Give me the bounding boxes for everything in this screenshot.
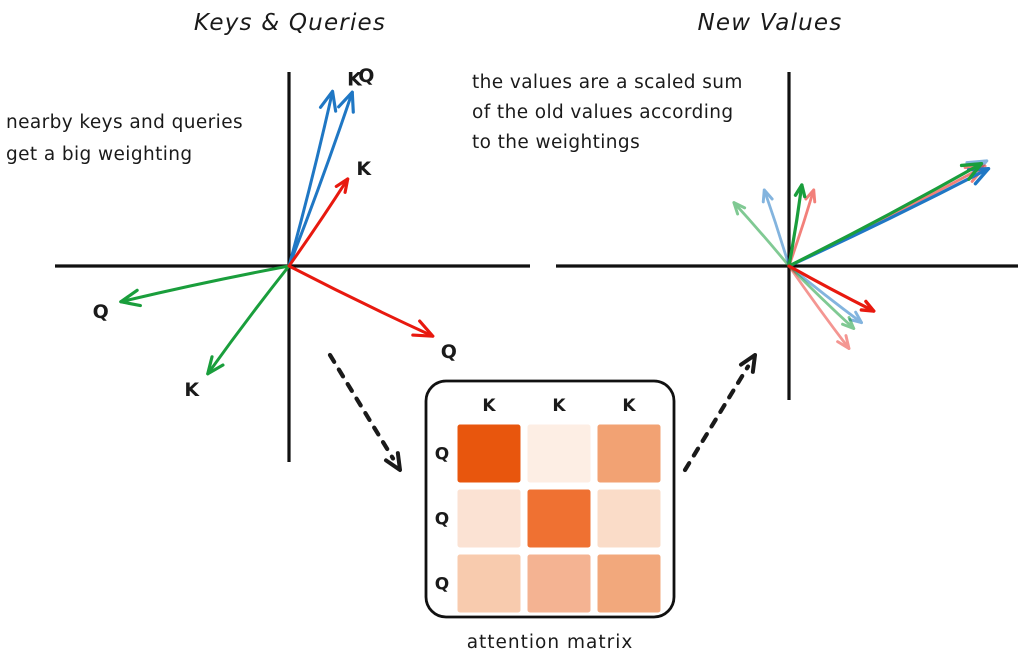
flow-arrow-matrix-to-right — [682, 353, 757, 473]
matrix-cell-0-0[interactable] — [457, 424, 521, 483]
matrix-cell-2-1[interactable] — [527, 554, 591, 613]
matrix-cell-0-1[interactable] — [527, 424, 591, 483]
left-annotation-line-1: nearby keys and queries — [6, 112, 243, 133]
right-annotation-line-2: of the old values according — [472, 102, 734, 123]
new-value-vector-red-11 — [787, 264, 876, 313]
right-annotation-line-3: to the weightings — [472, 132, 640, 153]
matrix-row-header-0: Q — [435, 445, 449, 465]
diagram-canvas: Keys & Queries nearby keys and queries g… — [0, 0, 1024, 660]
vector-label-green-K: K — [184, 379, 200, 401]
vector-label-green-Q: Q — [93, 301, 109, 323]
matrix-cell-2-0[interactable] — [457, 554, 521, 613]
new-value-vector-green-4 — [732, 201, 791, 268]
new-value-vector-blue-5 — [787, 264, 863, 325]
matrix-cell-1-2[interactable] — [597, 489, 661, 548]
matrix-cell-2-2[interactable] — [597, 554, 661, 613]
left-annotation-line-2: get a big weighting — [6, 144, 193, 165]
right-panel: New Values the values are a scaled sum o… — [472, 10, 1018, 400]
vector-label-blue-Q: Q — [358, 65, 374, 87]
matrix-cell-0-2[interactable] — [597, 424, 661, 483]
vector-blue-Q-1 — [287, 90, 355, 268]
flow-arrow-left-to-matrix — [327, 352, 402, 472]
matrix-col-header-0: K — [482, 396, 496, 416]
matrix-row-header-2: Q — [435, 575, 449, 595]
matrix-col-header-1: K — [552, 396, 566, 416]
vector-red-Q-5 — [287, 264, 435, 338]
attention-diagram-svg: Keys & Queries nearby keys and queries g… — [6, 10, 1018, 653]
right-annotation: the values are a scaled sum of the old v… — [472, 72, 743, 153]
matrix-col-header-2: K — [622, 396, 636, 416]
attention-matrix[interactable]: K K K Q Q Q attention matrix — [424, 379, 676, 653]
left-annotation: nearby keys and queries get a big weight… — [6, 112, 243, 165]
left-vector-group — [119, 89, 435, 376]
vector-blue-K-0 — [287, 89, 338, 268]
matrix-row-header-1: Q — [435, 510, 449, 530]
attention-matrix-caption: attention matrix — [467, 632, 634, 653]
right-panel-title: New Values — [698, 10, 843, 36]
new-value-vector-green-9 — [787, 161, 984, 268]
matrix-cell-group — [457, 424, 661, 613]
right-annotation-line-1: the values are a scaled sum — [472, 72, 743, 93]
matrix-cell-1-0[interactable] — [457, 489, 521, 548]
left-panel-title: Keys & Queries — [194, 10, 386, 36]
vector-green-K-4 — [206, 264, 291, 376]
vector-label-red-K: K — [356, 158, 372, 180]
right-vector-group — [732, 159, 991, 350]
matrix-cell-1-1[interactable] — [527, 489, 591, 548]
vector-label-red-Q: Q — [441, 341, 457, 363]
new-value-vector-blue-2 — [761, 188, 791, 268]
